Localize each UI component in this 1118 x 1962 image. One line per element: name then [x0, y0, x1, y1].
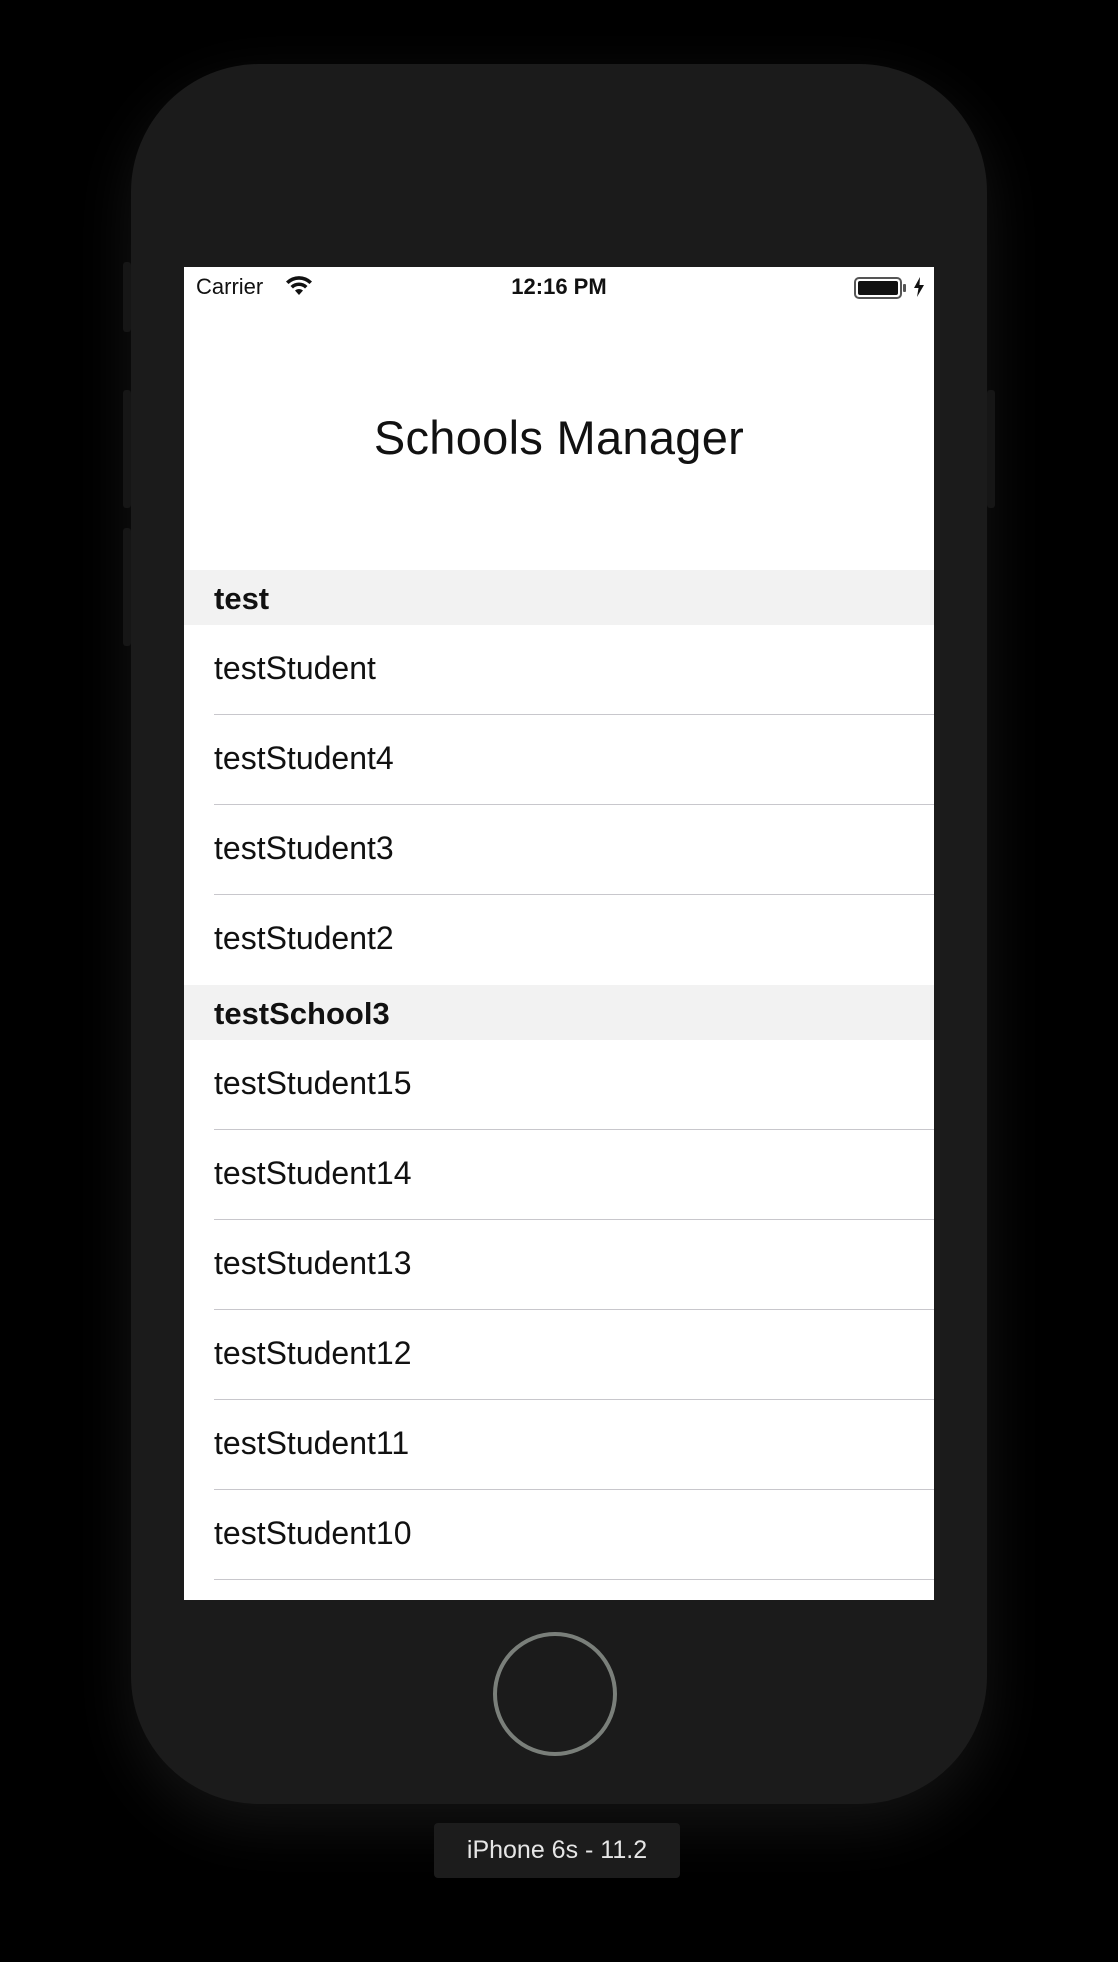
power-button — [987, 390, 995, 508]
table-row[interactable]: testStudent14 — [184, 1130, 934, 1220]
table-row[interactable]: testStudent12 — [184, 1310, 934, 1400]
table-row[interactable]: testStudent11 — [184, 1400, 934, 1490]
row-label: testStudent14 — [214, 1155, 412, 1191]
row-label: testStudent13 — [214, 1245, 412, 1281]
row-label: testStudent15 — [214, 1065, 412, 1101]
charging-bolt-icon — [914, 277, 924, 297]
row-label: testStudent3 — [214, 830, 394, 866]
row-label: testStudent2 — [214, 920, 394, 956]
table-row[interactable]: testStudent3 — [184, 805, 934, 895]
battery-icon — [854, 277, 906, 299]
mute-switch — [123, 262, 131, 332]
status-time: 12:16 PM — [511, 274, 607, 299]
table-row[interactable]: testStudent2 — [184, 895, 934, 985]
volume-down-button — [123, 528, 131, 646]
row-label: testStudent4 — [214, 740, 394, 776]
table-row-partial[interactable] — [184, 1580, 934, 1600]
row-label: testStudent12 — [214, 1335, 412, 1371]
section-header: testSchool3 — [184, 985, 934, 1040]
section-header-label: testSchool3 — [214, 996, 390, 1031]
table-row[interactable]: testStudent4 — [184, 715, 934, 805]
device-name-label: iPhone 6s - 11.2 — [434, 1823, 680, 1878]
home-button[interactable] — [493, 1632, 617, 1756]
table-row[interactable]: testStudent13 — [184, 1220, 934, 1310]
table-row[interactable]: testStudent10 — [184, 1490, 934, 1580]
page-title: Schools Manager — [373, 411, 745, 464]
status-bar: Carrier 12:16 PM — [184, 267, 934, 307]
volume-up-button — [123, 390, 131, 508]
students-table[interactable]: test testStudent testStudent4 testStuden… — [184, 570, 934, 1600]
row-label: testStudent — [214, 650, 376, 686]
table-row[interactable]: testStudent — [184, 625, 934, 715]
section-header: test — [184, 570, 934, 625]
table-row[interactable]: testStudent15 — [184, 1040, 934, 1130]
section-header-label: test — [214, 581, 270, 616]
row-label: testStudent10 — [214, 1515, 412, 1551]
device-screen: Carrier 12:16 PM Schools Manager test te… — [184, 267, 934, 1600]
simulator-stage: Carrier 12:16 PM Schools Manager test te… — [0, 0, 1118, 1962]
row-label: testStudent11 — [214, 1425, 410, 1461]
